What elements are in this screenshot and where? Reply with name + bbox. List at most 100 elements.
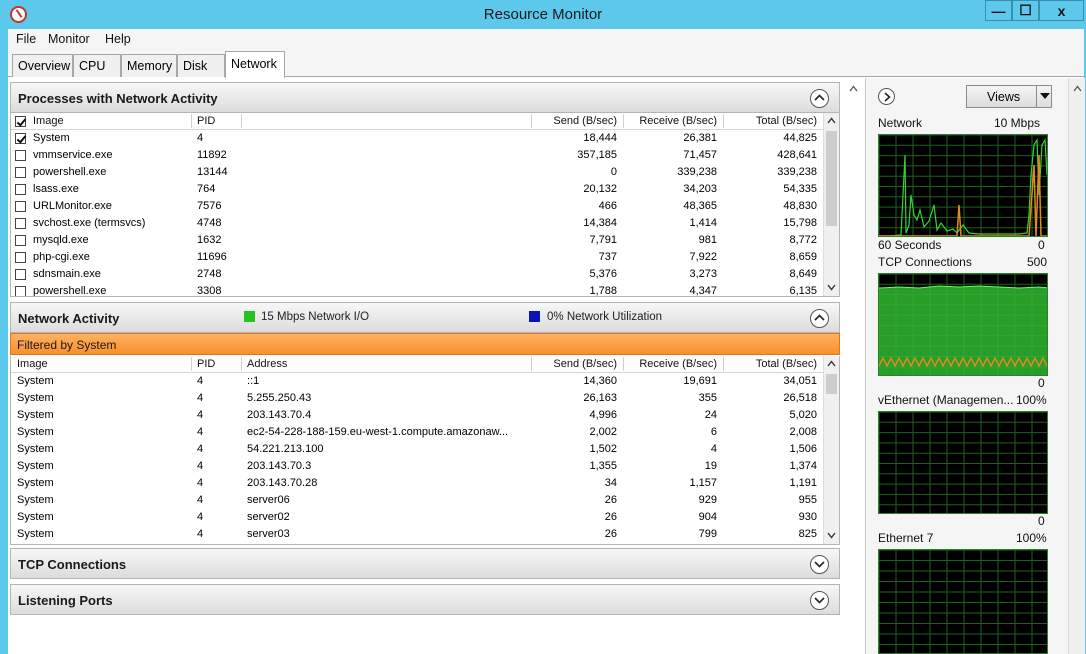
scroll-up-icon[interactable] (827, 116, 836, 125)
scroll-up-icon[interactable] (849, 84, 858, 93)
col-pid[interactable]: PID (197, 358, 215, 370)
process-checkbox[interactable] (15, 201, 26, 212)
process-image: svchost.exe (termsvcs) (33, 217, 146, 229)
table-row[interactable]: System 4 18,444 26,381 44,825 (11, 130, 839, 147)
table-row[interactable]: sdnsmain.exe 2748 5,376 3,273 8,649 (11, 266, 839, 283)
processes-section-title: Processes with Network Activity (18, 91, 218, 106)
processes-section-header[interactable]: Processes with Network Activity (10, 82, 840, 113)
process-checkbox[interactable] (15, 133, 26, 144)
process-pid: 3308 (197, 285, 222, 297)
col-image[interactable]: Image (17, 358, 48, 370)
process-total: 6,135 (789, 285, 817, 297)
table-row[interactable]: URLMonitor.exe 7576 466 48,365 48,830 (11, 198, 839, 215)
table-row[interactable]: System 4 203.143.70.3 1,355 19 1,374 (11, 458, 839, 475)
table-row[interactable]: powershell.exe 13144 0 339,238 339,238 (11, 164, 839, 181)
views-dropdown[interactable] (1036, 85, 1052, 108)
network-image: System (17, 477, 54, 489)
col-total[interactable]: Total (B/sec) (723, 115, 817, 127)
process-checkbox[interactable] (15, 286, 26, 296)
table-row[interactable]: System 4 203.143.70.4 4,996 24 5,020 (11, 407, 839, 424)
network-image: System (17, 460, 54, 472)
process-image: mysqld.exe (33, 234, 89, 246)
tab-memory[interactable]: Memory (121, 54, 177, 77)
expand-graphs-button[interactable] (878, 88, 895, 105)
expand-tcp-connections-button[interactable] (810, 555, 829, 574)
select-all-checkbox[interactable] (15, 116, 26, 127)
table-row[interactable]: System 4 203.143.70.28 34 1,157 1,191 (11, 475, 839, 492)
process-image: URLMonitor.exe (33, 200, 112, 212)
expand-listening-ports-button[interactable] (810, 591, 829, 610)
table-row[interactable]: php-cgi.exe 11696 737 7,922 8,659 (11, 249, 839, 266)
network-activity-table: Image PID Address Send (B/sec) Receive (… (10, 356, 840, 545)
table-row[interactable]: System 4 server02 26 904 930 (11, 509, 839, 526)
col-receive[interactable]: Receive (B/sec) (623, 358, 717, 370)
network-send: 14,360 (583, 375, 617, 387)
table-row[interactable]: System 4 server03 26 799 825 (11, 526, 839, 543)
process-checkbox[interactable] (15, 218, 26, 229)
tcp-connections-header[interactable]: TCP Connections (10, 548, 840, 579)
collapse-processes-button[interactable] (810, 89, 829, 108)
menu-file[interactable]: File (16, 32, 36, 46)
process-receive: 34,203 (683, 183, 717, 195)
table-row[interactable]: mysqld.exe 1632 7,791 981 8,772 (11, 232, 839, 249)
graphs-pane-scrollbar[interactable] (1068, 78, 1085, 654)
table-row[interactable]: System 4::1 14,360 19,691 34,051 (11, 373, 839, 390)
table-row[interactable]: System 4 5.255.250.43 26,163 355 26,518 (11, 390, 839, 407)
minimize-button[interactable]: — (985, 0, 1012, 21)
vethernet-graph-min: 0 (1038, 514, 1045, 528)
network-total: 26,518 (783, 392, 817, 404)
network-pid: 4 (197, 511, 204, 523)
col-receive[interactable]: Receive (B/sec) (623, 115, 717, 127)
processes-scrollbar[interactable] (823, 113, 839, 296)
scroll-up-icon[interactable] (1073, 84, 1082, 93)
menu-monitor[interactable]: Monitor (48, 32, 90, 46)
scroll-up-icon[interactable] (827, 359, 836, 368)
network-image: System (17, 426, 54, 438)
process-checkbox[interactable] (15, 235, 26, 246)
title-bar: Resource Monitor — ☐ x (0, 0, 1086, 29)
tab-cpu[interactable]: CPU (73, 54, 121, 77)
chevron-up-icon (814, 314, 825, 321)
process-checkbox[interactable] (15, 167, 26, 178)
table-row[interactable]: vmmservice.exe 11892 357,185 71,457 428,641 (11, 147, 839, 164)
collapse-network-activity-button[interactable] (810, 309, 829, 328)
process-checkbox[interactable] (15, 150, 26, 161)
table-row[interactable]: System 4 54.221.213.100 1,502 4 1,506 (11, 441, 839, 458)
col-image[interactable]: Image (33, 115, 64, 127)
process-pid: 7576 (197, 200, 222, 212)
network-scroll-thumb[interactable] (826, 374, 837, 394)
details-pane-scrollbar[interactable] (846, 78, 860, 654)
col-total[interactable]: Total (B/sec) (723, 358, 817, 370)
scroll-down-icon[interactable] (827, 283, 836, 292)
network-scrollbar[interactable] (823, 356, 839, 544)
process-checkbox[interactable] (15, 269, 26, 280)
col-address[interactable]: Address (247, 358, 287, 370)
tab-network[interactable]: Network (225, 51, 285, 78)
processes-scroll-thumb[interactable] (826, 131, 837, 226)
table-row[interactable]: svchost.exe (termsvcs) 4748 14,384 1,414 15,… (11, 215, 839, 232)
network-address: server06 (247, 494, 290, 506)
table-row[interactable]: lsass.exe 764 20,132 34,203 54,335 (11, 181, 839, 198)
filter-bar[interactable]: Filtered by System (10, 333, 840, 355)
tab-disk[interactable]: Disk (177, 54, 225, 77)
listening-ports-title: Listening Ports (18, 593, 113, 608)
process-checkbox[interactable] (15, 252, 26, 263)
scroll-down-icon[interactable] (827, 531, 836, 540)
listening-ports-header[interactable]: Listening Ports (10, 584, 840, 615)
col-send[interactable]: Send (B/sec) (531, 358, 617, 370)
table-row[interactable]: System 4 ec2-54-228-188-159.eu-west-1.comp… (11, 424, 839, 441)
col-pid[interactable]: PID (197, 115, 215, 127)
menu-help[interactable]: Help (105, 32, 131, 46)
network-image: System (17, 409, 54, 421)
network-receive: 24 (704, 409, 717, 421)
table-row[interactable]: powershell.exe 3308 1,788 4,347 6,135 (11, 283, 839, 297)
close-button[interactable]: x (1039, 0, 1084, 21)
maximize-button[interactable]: ☐ (1012, 0, 1039, 21)
network-activity-header[interactable]: Network Activity 15 Mbps Network I/O 0% … (10, 302, 840, 333)
chevron-down-icon (814, 561, 825, 568)
table-row[interactable]: System 4 server06 26 929 955 (11, 492, 839, 509)
col-send[interactable]: Send (B/sec) (531, 115, 617, 127)
network-pid: 4 (197, 528, 204, 540)
tab-overview[interactable]: Overview (12, 54, 73, 77)
process-checkbox[interactable] (15, 184, 26, 195)
